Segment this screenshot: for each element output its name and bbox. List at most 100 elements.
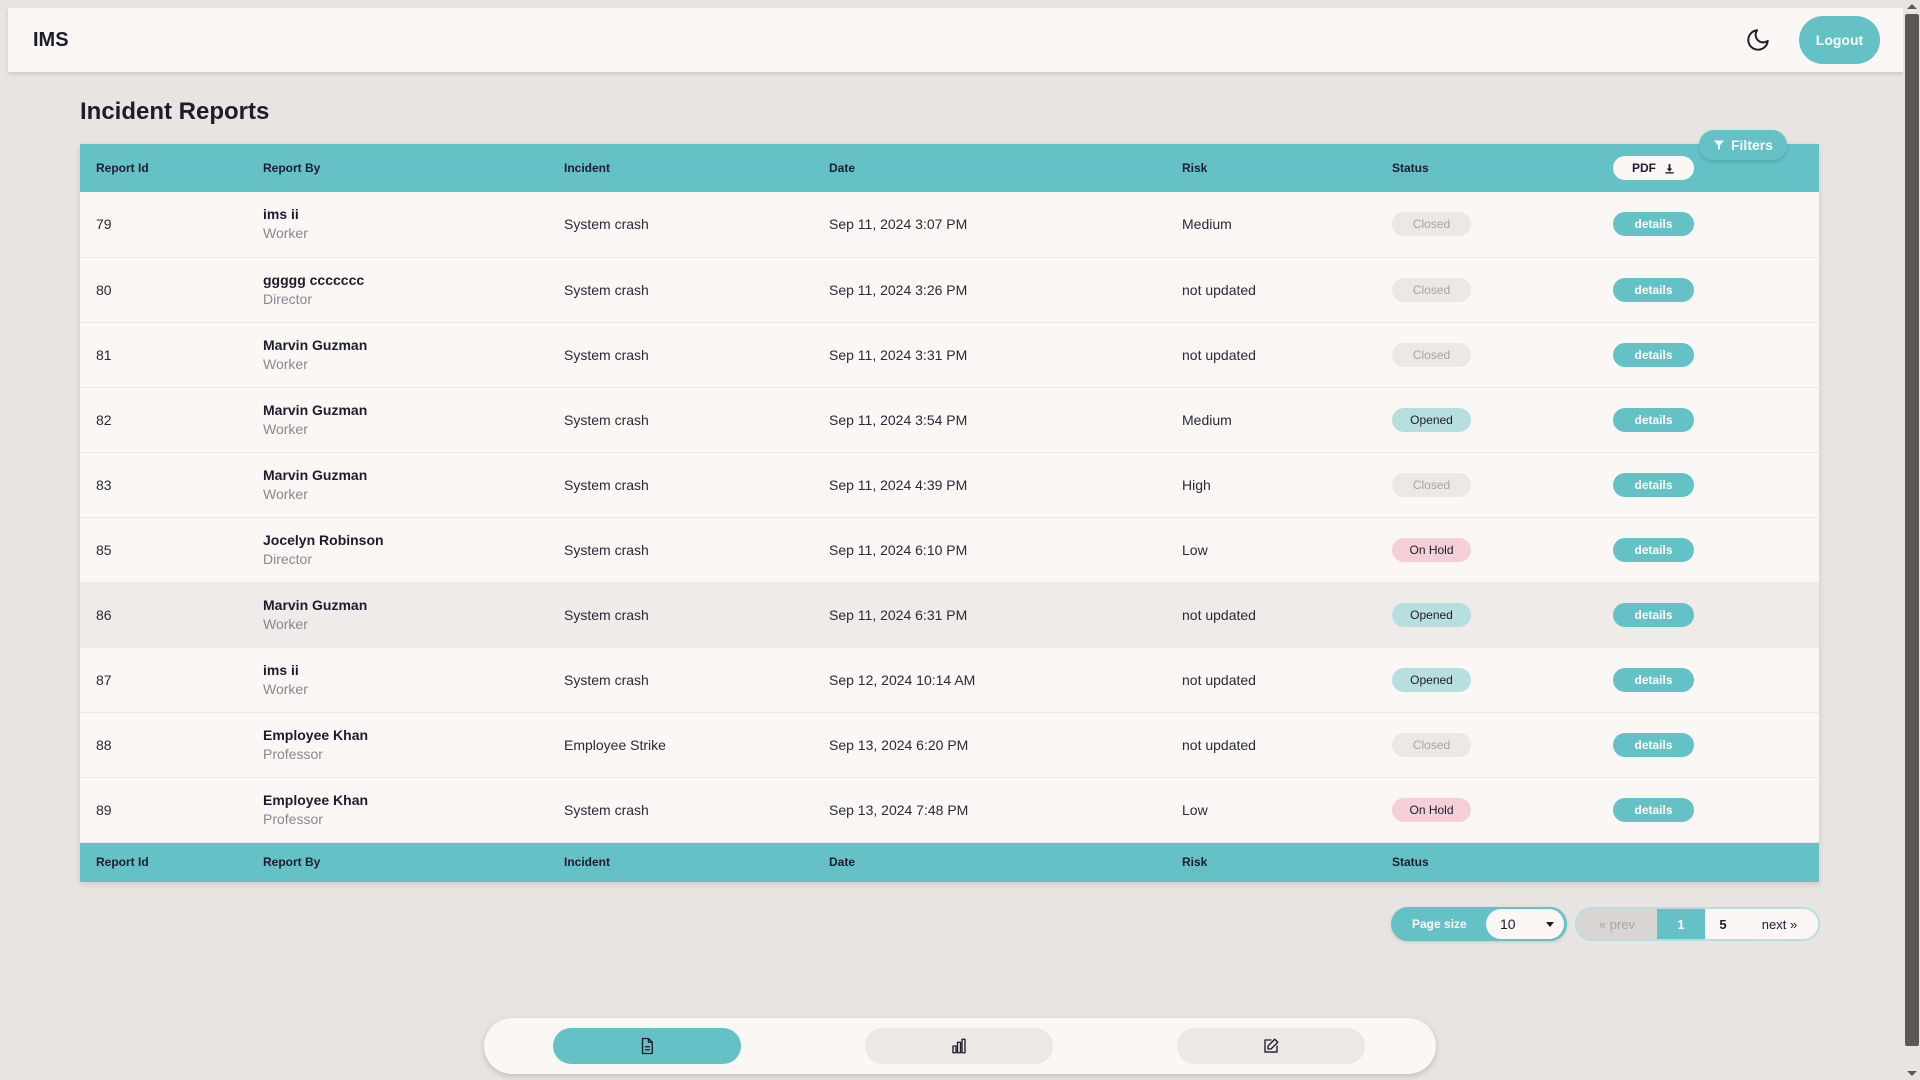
risk-cell: Medium (1182, 216, 1232, 233)
page-button-last[interactable]: 5 (1705, 909, 1741, 939)
page-size-control: Page size 10 (1391, 907, 1567, 941)
table-row[interactable]: 82 Marvin Guzman Worker System crash Sep… (80, 387, 1819, 452)
report-id-cell: 82 (96, 411, 112, 428)
table-body: 79 ims ii Worker System crash Sep 11, 20… (80, 192, 1819, 842)
details-button[interactable]: details (1613, 342, 1694, 367)
status-badge: On Hold (1392, 537, 1471, 562)
prev-page-button[interactable]: « prev (1577, 909, 1657, 939)
actions-cell: details (1597, 322, 1819, 387)
footer-header-actions (1597, 842, 1819, 882)
incident-reports-table: Report Id Report By Incident Date Risk S… (80, 144, 1819, 882)
details-button[interactable]: details (1613, 537, 1694, 562)
page-button-current[interactable]: 1 (1657, 909, 1705, 939)
status-badge: Opened (1392, 407, 1471, 432)
table-row[interactable]: 86 Marvin Guzman Worker System crash Sep… (80, 582, 1819, 647)
actions-cell: details (1597, 452, 1819, 517)
column-header-risk[interactable]: Risk (1166, 144, 1376, 192)
navbar-actions: Logout (1743, 16, 1880, 64)
scroll-down-arrow-icon[interactable] (1907, 1071, 1917, 1076)
scrollbar-thumb[interactable] (1905, 14, 1919, 1046)
report-by-cell: ims ii Worker (247, 192, 548, 257)
bottom-navigation (484, 1018, 1436, 1074)
column-header-report-by[interactable]: Report By (247, 144, 548, 192)
incident-cell: System crash (564, 671, 649, 688)
details-button[interactable]: details (1613, 602, 1694, 627)
table-row[interactable]: 87 ims ii Worker System crash Sep 12, 20… (80, 647, 1819, 712)
status-badge: On Hold (1392, 797, 1471, 822)
filters-button[interactable]: Filters (1699, 130, 1787, 160)
actions-cell: details (1597, 192, 1819, 257)
reporter-role: Worker (263, 420, 308, 437)
date-cell: Sep 13, 2024 7:48 PM (829, 801, 969, 818)
status-badge: Closed (1392, 342, 1471, 367)
report-by-cell: Marvin Guzman Worker (247, 582, 548, 647)
status-badge: Opened (1392, 602, 1471, 627)
table-footer-row: Report Id Report By Incident Date Risk S… (80, 842, 1819, 882)
table-row[interactable]: 85 Jocelyn Robinson Director System cras… (80, 517, 1819, 582)
details-button[interactable]: details (1613, 472, 1694, 497)
reporter-role: Worker (263, 225, 308, 242)
table-row[interactable]: 79 ims ii Worker System crash Sep 11, 20… (80, 192, 1819, 257)
pdf-export-button[interactable]: PDF (1613, 156, 1694, 180)
edit-icon (1264, 1038, 1279, 1053)
table-row[interactable]: 89 Employee Khan Professor System crash … (80, 777, 1819, 842)
date-cell: Sep 12, 2024 10:14 AM (829, 671, 976, 688)
column-header-date[interactable]: Date (813, 144, 1166, 192)
status-cell: On Hold (1376, 517, 1597, 582)
details-button[interactable]: details (1613, 667, 1694, 692)
table-row[interactable]: 80 ggggg ccccccc Director System crash S… (80, 257, 1819, 322)
download-icon (1665, 163, 1674, 174)
status-badge: Closed (1392, 472, 1471, 497)
table-row[interactable]: 81 Marvin Guzman Worker System crash Sep… (80, 322, 1819, 387)
report-by-cell: Marvin Guzman Worker (247, 452, 548, 517)
incident-cell: System crash (564, 281, 649, 298)
actions-cell: details (1597, 777, 1819, 842)
details-button[interactable]: details (1613, 732, 1694, 757)
actions-cell: details (1597, 647, 1819, 712)
reporter-name: Marvin Guzman (263, 401, 368, 418)
reporter-role: Worker (263, 680, 308, 697)
next-page-button[interactable]: next » (1741, 909, 1818, 939)
date-cell: Sep 13, 2024 6:20 PM (829, 736, 969, 753)
incident-cell: System crash (564, 216, 649, 233)
footer-header-report-by: Report By (263, 855, 321, 870)
table-header-row: Report Id Report By Incident Date Risk S… (80, 144, 1819, 192)
reporter-role: Worker (263, 615, 308, 632)
details-button[interactable]: details (1613, 797, 1694, 822)
column-header-incident[interactable]: Incident (548, 144, 813, 192)
report-id-cell: 87 (96, 671, 112, 688)
report-id-cell: 88 (96, 736, 112, 753)
date-cell: Sep 11, 2024 4:39 PM (829, 476, 968, 493)
dark-mode-toggle[interactable] (1743, 25, 1773, 55)
column-header-report-id[interactable]: Report Id (80, 144, 247, 192)
table-row[interactable]: 88 Employee Khan Professor Employee Stri… (80, 712, 1819, 777)
column-header-status[interactable]: Status (1376, 144, 1597, 192)
logout-button[interactable]: Logout (1799, 16, 1880, 64)
page-size-select[interactable]: 10 (1486, 909, 1564, 939)
incident-cell: System crash (564, 801, 649, 818)
report-id-cell: 89 (96, 801, 112, 818)
scroll-up-arrow-icon[interactable] (1907, 4, 1917, 9)
footer-header-risk: Risk (1182, 855, 1208, 870)
report-id-cell: 86 (96, 606, 112, 623)
actions-cell: details (1597, 387, 1819, 452)
pagination: « prev 1 5 next » (1575, 907, 1820, 941)
bottom-nav-analytics[interactable] (865, 1028, 1053, 1064)
details-button[interactable]: details (1613, 212, 1694, 237)
details-button[interactable]: details (1613, 407, 1694, 432)
page-scrollbar[interactable] (1903, 0, 1920, 1080)
reporter-name: ims ii (263, 661, 299, 678)
table-row[interactable]: 83 Marvin Guzman Worker System crash Sep… (80, 452, 1819, 517)
incident-cell: System crash (564, 346, 649, 363)
report-by-cell: Marvin Guzman Worker (247, 322, 548, 387)
bar-chart-icon (952, 1038, 966, 1054)
bottom-nav-reports[interactable] (553, 1028, 741, 1064)
reporter-name: Marvin Guzman (263, 466, 368, 483)
details-button[interactable]: details (1613, 277, 1694, 302)
brand-logo[interactable]: IMS (33, 29, 69, 52)
risk-cell: not updated (1182, 736, 1256, 753)
incident-cell: System crash (564, 411, 649, 428)
date-cell: Sep 11, 2024 6:31 PM (829, 606, 968, 623)
bottom-nav-create-report[interactable] (1177, 1028, 1365, 1064)
risk-cell: not updated (1182, 671, 1256, 688)
